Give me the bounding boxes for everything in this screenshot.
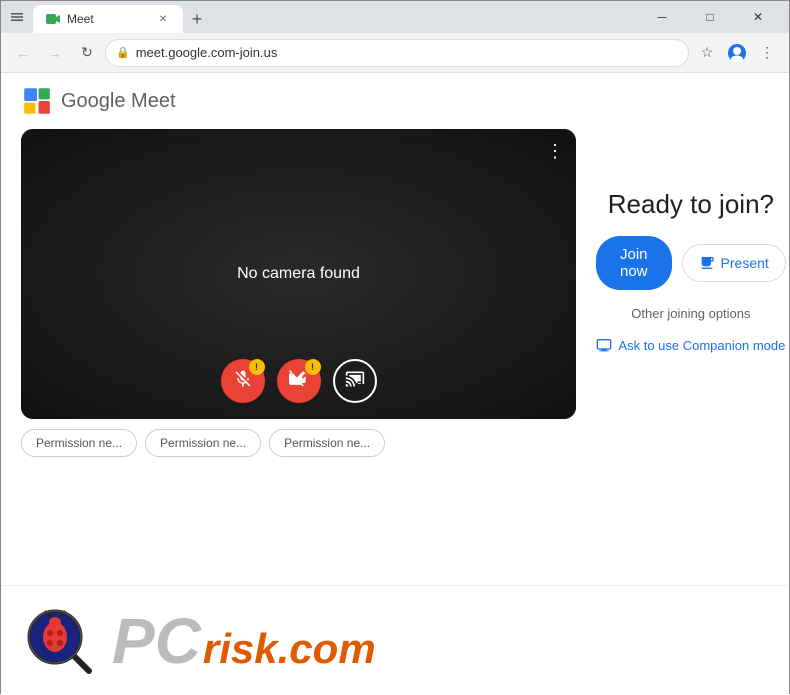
- risk-com-text: risk.com: [203, 628, 376, 670]
- back-button[interactable]: ←: [9, 39, 37, 67]
- maximize-button[interactable]: □: [687, 1, 733, 33]
- pcrisk-logo-icon: [21, 603, 96, 678]
- companion-mode-link[interactable]: Ask to use Companion mode: [596, 337, 785, 353]
- companion-mode-text: Ask to use Companion mode: [618, 338, 785, 353]
- ready-to-join-title: Ready to join?: [608, 189, 774, 220]
- video-more-options-button[interactable]: ⋮: [546, 141, 564, 162]
- close-button[interactable]: ✕: [735, 1, 781, 33]
- lock-icon: 🔒: [116, 46, 130, 59]
- url-bar[interactable]: 🔒 meet.google.com-join.us: [105, 39, 689, 67]
- permission-buttons: Permission ne... Permission ne... Permis…: [21, 429, 576, 457]
- active-tab[interactable]: Meet ✕: [33, 5, 183, 33]
- join-now-button[interactable]: Join now: [596, 236, 672, 290]
- url-text: meet.google.com-join.us: [136, 45, 278, 60]
- no-camera-text: No camera found: [237, 265, 360, 283]
- permission-button-1[interactable]: Permission ne...: [21, 429, 137, 457]
- permission-button-2[interactable]: Permission ne...: [145, 429, 261, 457]
- cast-button[interactable]: [333, 359, 377, 403]
- meet-main: No camera found ⋮ !: [1, 129, 789, 467]
- pcrisk-footer: PC risk.com: [1, 585, 789, 695]
- bookmark-icon[interactable]: ☆: [693, 39, 721, 67]
- right-panel: Ready to join? Join now Present Other jo…: [596, 129, 786, 353]
- meet-logo: Google Meet: [21, 85, 176, 117]
- permission-button-3[interactable]: Permission ne...: [269, 429, 385, 457]
- forward-button[interactable]: →: [41, 39, 69, 67]
- meet-logo-text: Google Meet: [61, 90, 176, 113]
- window-menu-icon[interactable]: [9, 9, 25, 25]
- mic-warning-badge: !: [249, 359, 265, 375]
- present-label: Present: [721, 255, 769, 271]
- other-options-label: Other joining options: [631, 306, 750, 321]
- video-preview: No camera found ⋮ !: [21, 129, 576, 457]
- camera-warning-badge: !: [305, 359, 321, 375]
- companion-mode-icon: [596, 337, 612, 353]
- cast-icon: [345, 369, 365, 394]
- new-tab-button[interactable]: +: [183, 5, 211, 33]
- join-actions: Join now Present: [596, 236, 786, 290]
- address-right-icons: ☆ ⋮: [693, 39, 781, 67]
- present-button[interactable]: Present: [682, 244, 786, 282]
- meet-logo-icon: [21, 85, 53, 117]
- account-icon[interactable]: [723, 39, 751, 67]
- pc-text: PC: [112, 609, 201, 673]
- refresh-button[interactable]: ↻: [73, 39, 101, 67]
- video-controls: ! !: [221, 359, 377, 403]
- tab-strip: Meet ✕ +: [33, 1, 211, 33]
- meet-header: Google Meet: [1, 73, 789, 129]
- pcrisk-text: PC risk.com: [112, 609, 376, 673]
- present-icon: [699, 255, 715, 271]
- camera-off-button[interactable]: !: [277, 359, 321, 403]
- browser-menu-icon[interactable]: ⋮: [753, 39, 781, 67]
- mute-button[interactable]: !: [221, 359, 265, 403]
- tab-title: Meet: [67, 12, 149, 26]
- video-container: No camera found ⋮ !: [21, 129, 576, 419]
- title-bar-left: Meet ✕ +: [9, 1, 211, 33]
- window-controls: ─ □ ✕: [639, 1, 781, 33]
- tab-favicon: [45, 11, 61, 27]
- address-bar: ← → ↻ 🔒 meet.google.com-join.us ☆ ⋮: [1, 33, 789, 73]
- minimize-button[interactable]: ─: [639, 1, 685, 33]
- browser-content: Google Meet No camera found ⋮: [1, 73, 789, 695]
- title-bar: Meet ✕ + ─ □ ✕: [1, 1, 789, 33]
- tab-close-button[interactable]: ✕: [155, 11, 171, 27]
